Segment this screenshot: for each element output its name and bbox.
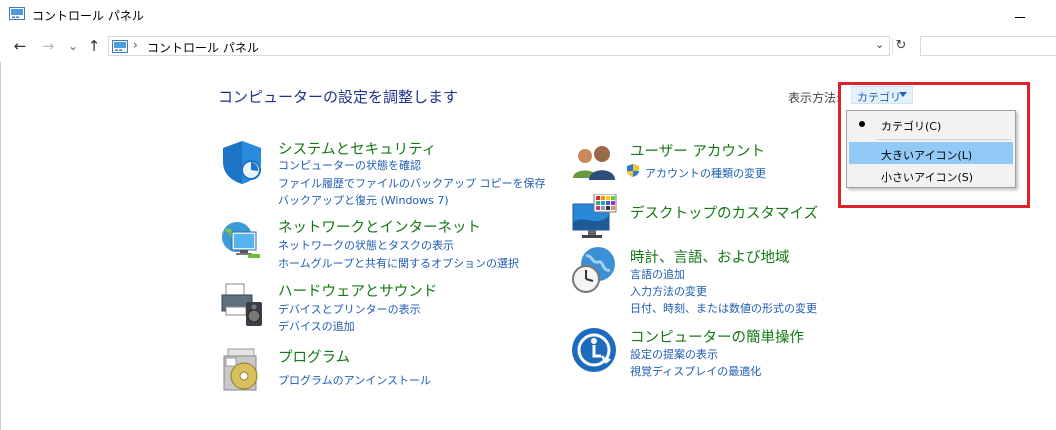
- breadcrumb[interactable]: コントロール パネル: [147, 39, 259, 56]
- breadcrumb-separator[interactable]: ›: [133, 38, 138, 52]
- category-link[interactable]: 入力方法の変更: [630, 283, 707, 299]
- title-bar: コントロール パネル: [0, 0, 1056, 30]
- programs-disc-icon: [223, 348, 258, 391]
- page-heading: コンピューターの設定を調整します: [218, 88, 459, 106]
- category-user-accounts: ユーザー アカウント アカウントの種類の変更: [570, 140, 830, 184]
- category-link[interactable]: ホームグループと共有に関するオプションの選択: [278, 255, 519, 271]
- clock-globe-icon: [572, 247, 615, 293]
- category-title[interactable]: ユーザー アカウント: [630, 140, 765, 161]
- category-network-internet: ネットワークとインターネット ネットワークの状態とタスクの表示 ホームグループと…: [218, 216, 538, 270]
- printer-speaker-icon: [221, 283, 262, 326]
- address-dropdown-icon[interactable]: ⌄: [875, 38, 884, 51]
- control-panel-icon: [9, 7, 25, 20]
- annotation-highlight-box: [838, 82, 1030, 208]
- category-title[interactable]: デスクトップのカスタマイズ: [630, 202, 818, 223]
- category-title[interactable]: プログラム: [278, 346, 350, 367]
- monitor-palette-icon: [572, 194, 617, 238]
- back-button[interactable]: ←: [11, 38, 29, 54]
- uac-shield-icon: [627, 164, 639, 177]
- forward-button[interactable]: →: [39, 38, 57, 54]
- view-by-label: 表示方法:: [788, 91, 841, 105]
- category-title[interactable]: ネットワークとインターネット: [278, 216, 481, 237]
- minimize-button[interactable]: [1010, 4, 1032, 26]
- category-link[interactable]: 言語の追加: [630, 266, 685, 282]
- category-hardware-sound: ハードウェアとサウンド デバイスとプリンターの表示 デバイスの追加: [218, 280, 538, 334]
- users-icon: [573, 146, 615, 180]
- category-title[interactable]: ハードウェアとサウンド: [278, 280, 437, 301]
- window-title: コントロール パネル: [32, 9, 144, 23]
- category-link[interactable]: コンピューターの状態を確認: [278, 157, 421, 173]
- category-title[interactable]: システムとセキュリティ: [278, 138, 436, 159]
- category-link[interactable]: プログラムのアンインストール: [278, 372, 431, 388]
- category-programs: プログラム プログラムのアンインストール: [218, 346, 538, 392]
- control-panel-icon: [112, 40, 128, 53]
- window-border: [0, 62, 1, 430]
- category-ease-of-access: コンピューターの簡単操作 設定の提案の表示 視覚ディスプレイの最適化: [570, 326, 830, 378]
- category-link[interactable]: デバイスの追加: [278, 318, 355, 334]
- navigation-bar: ← → ⌄ ↑ › コントロール パネル ⌄ ↻: [0, 34, 1056, 60]
- recent-locations-button[interactable]: ⌄: [64, 38, 82, 54]
- category-link[interactable]: デバイスとプリンターの表示: [278, 301, 421, 317]
- category-link[interactable]: ネットワークの状態とタスクの表示: [278, 237, 454, 253]
- category-title[interactable]: 時計、言語、および地域: [630, 246, 790, 267]
- ease-of-access-icon: [572, 328, 616, 372]
- category-link[interactable]: バックアップと復元 (Windows 7): [278, 192, 449, 208]
- category-system-security: システムとセキュリティ コンピューターの状態を確認 ファイル履歴でファイルのバッ…: [218, 138, 546, 208]
- category-clock-language-region: 時計、言語、および地域 言語の追加 入力方法の変更 日付、時刻、または数値の形式…: [570, 246, 830, 316]
- category-link[interactable]: 視覚ディスプレイの最適化: [630, 363, 761, 379]
- category-link[interactable]: アカウントの種類の変更: [645, 165, 766, 181]
- refresh-button[interactable]: ↻: [892, 38, 909, 54]
- category-link[interactable]: 設定の提案の表示: [630, 346, 718, 362]
- network-globe-icon: [222, 222, 260, 258]
- search-input[interactable]: [920, 36, 1056, 56]
- category-link[interactable]: ファイル履歴でファイルのバックアップ コピーを保存: [278, 175, 546, 191]
- shield-icon: [223, 141, 261, 184]
- address-bar[interactable]: › コントロール パネル ⌄: [108, 36, 890, 56]
- category-title[interactable]: コンピューターの簡単操作: [630, 326, 804, 347]
- category-desktop-customization: デスクトップのカスタマイズ: [570, 194, 830, 242]
- category-link[interactable]: 日付、時刻、または数値の形式の変更: [630, 300, 817, 316]
- up-button[interactable]: ↑: [85, 38, 103, 54]
